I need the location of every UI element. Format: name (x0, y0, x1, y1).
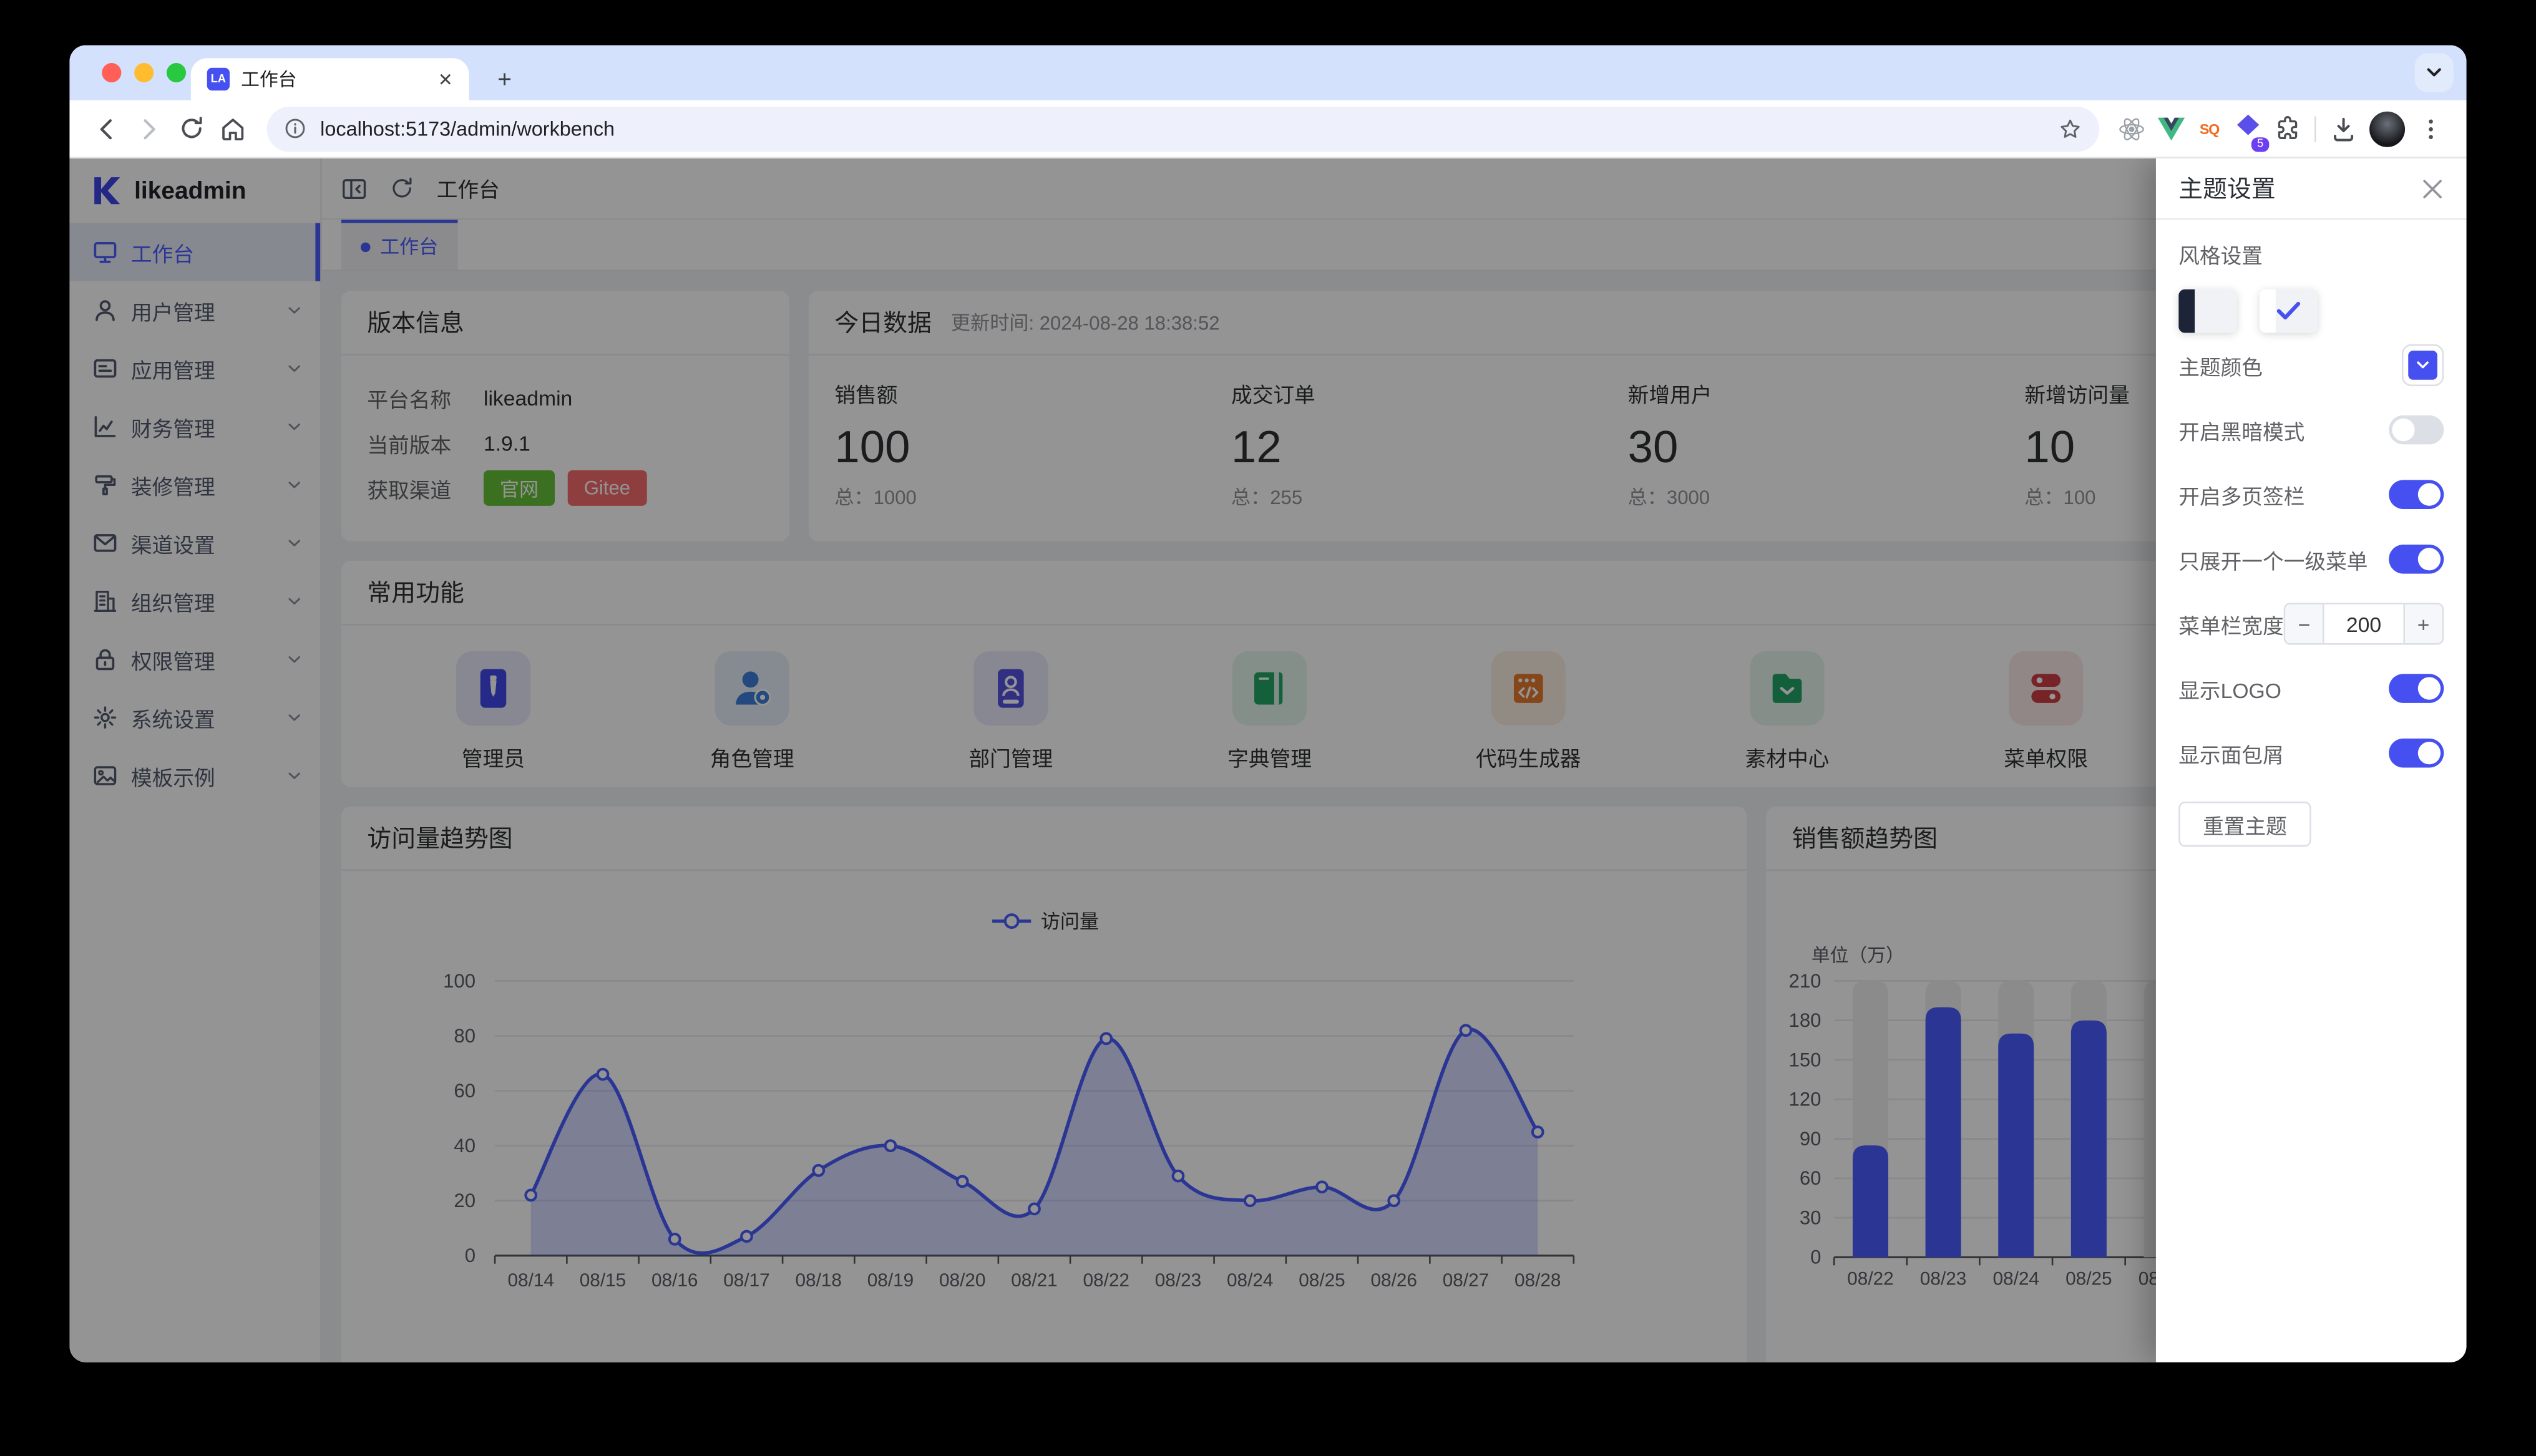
style-settings-label: 风格设置 (2178, 244, 2263, 269)
address-bar[interactable]: localhost:5173/admin/workbench (266, 105, 2100, 152)
menu-width-stepper: − 200 + (2283, 603, 2444, 645)
menu-dots-button[interactable] (2411, 109, 2450, 148)
theme-settings-drawer: 主题设置 风格设置 主题颜色 开启黑暗模式 开启多页签栏 只展开一个一级菜单 菜… (2155, 158, 2467, 1362)
close-icon[interactable] (2421, 177, 2444, 200)
browser-toolbar: localhost:5173/admin/workbench SQ 5 (69, 100, 2467, 158)
extensions-puzzle-icon[interactable] (2268, 109, 2306, 148)
vue-devtools-icon[interactable] (2151, 109, 2190, 148)
menu-width-value[interactable]: 200 (2323, 604, 2405, 644)
theme-color-picker[interactable] (2401, 344, 2444, 387)
download-icon (2334, 117, 2354, 141)
tab-favicon: LA (207, 67, 230, 91)
menu-width-label: 菜单栏宽度 (2178, 613, 2284, 638)
sq-extension-icon[interactable]: SQ (2190, 109, 2228, 148)
new-tab-button[interactable]: + (487, 61, 522, 97)
home-icon (222, 117, 244, 140)
increase-button[interactable]: + (2404, 604, 2442, 644)
theme-color-label: 主题颜色 (2178, 354, 2263, 379)
tab-title: 工作台 (241, 70, 297, 91)
back-button[interactable] (85, 107, 127, 149)
multi-tab-toggle[interactable] (2389, 480, 2444, 509)
traffic-lights (102, 63, 187, 83)
tab-close-icon[interactable]: ✕ (435, 69, 456, 90)
extension-badge: 5 (2251, 136, 2270, 152)
dark-mode-label: 开启黑暗模式 (2178, 419, 2305, 444)
diamond-extension-icon[interactable]: 5 (2229, 109, 2270, 152)
profile-avatar[interactable] (2369, 110, 2406, 147)
show-breadcrumb-toggle[interactable] (2389, 738, 2444, 768)
layout-option-light-sidebar[interactable] (2259, 289, 2318, 333)
forward-button[interactable] (128, 107, 170, 149)
forward-icon (144, 118, 155, 139)
site-info-icon[interactable] (283, 117, 308, 141)
reload-icon (181, 117, 202, 138)
chevron-down-icon (2427, 68, 2441, 77)
show-breadcrumb-label: 显示面包屑 (2178, 742, 2284, 767)
show-logo-label: 显示LOGO (2178, 677, 2281, 702)
tab-search-button[interactable] (2414, 53, 2454, 92)
decrease-button[interactable]: − (2285, 604, 2323, 644)
dark-mode-toggle[interactable] (2389, 415, 2444, 445)
browser-tabstrip: LA 工作台 ✕ + (69, 45, 2467, 100)
downloads-button[interactable] (2324, 109, 2363, 148)
zoom-window-button[interactable] (166, 63, 187, 83)
reload-button[interactable] (170, 107, 212, 149)
desktop: LA 工作台 ✕ + localhost:5173/admin/workbenc… (0, 0, 2536, 1456)
theme-color-value (2408, 351, 2437, 380)
minimize-window-button[interactable] (134, 63, 154, 83)
drawer-title: 主题设置 (2178, 176, 2276, 204)
toolbar-divider (2314, 115, 2316, 142)
react-devtools-icon[interactable] (2112, 109, 2151, 148)
single-menu-label: 只展开一个一级菜单 (2178, 548, 2368, 573)
selected-check-icon (2260, 289, 2318, 333)
layout-option-dark-sidebar[interactable] (2178, 289, 2237, 333)
browser-window: LA 工作台 ✕ + localhost:5173/admin/workbenc… (69, 45, 2467, 1362)
back-icon (100, 118, 112, 139)
show-logo-toggle[interactable] (2389, 674, 2444, 703)
home-button[interactable] (212, 107, 254, 149)
drawer-overlay[interactable] (69, 158, 2467, 1362)
single-menu-toggle[interactable] (2389, 544, 2444, 574)
url-text[interactable]: localhost:5173/admin/workbench (320, 117, 2057, 140)
browser-tab[interactable]: LA 工作台 ✕ (190, 58, 469, 100)
multi-tab-label: 开启多页签栏 (2178, 483, 2305, 508)
close-window-button[interactable] (102, 63, 122, 83)
reset-theme-button[interactable]: 重置主题 (2178, 801, 2311, 847)
bookmark-star-icon[interactable] (2057, 115, 2083, 141)
likeadmin-app: likeadmin 工作台 用户管理 应用管理 财务管理 装修管理 渠道设置 组… (69, 158, 2467, 1362)
